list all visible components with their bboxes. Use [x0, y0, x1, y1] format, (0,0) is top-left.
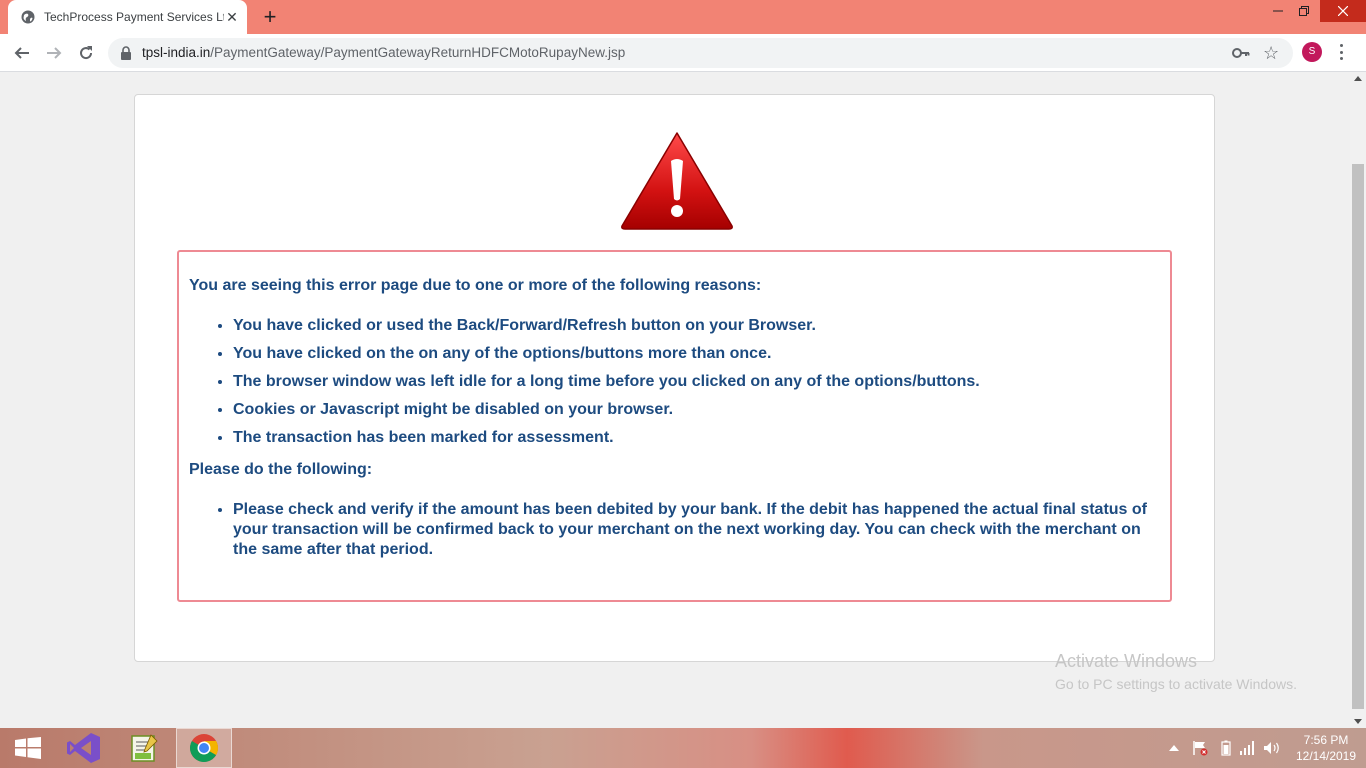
activate-windows-watermark: Activate Windows Go to PC settings to ac… — [1055, 650, 1297, 694]
windows-start-icon[interactable] — [0, 728, 56, 768]
scroll-down-arrow-icon[interactable] — [1354, 719, 1362, 724]
tab-title: TechProcess Payment Services Lt — [44, 10, 224, 24]
bookmark-star-icon[interactable]: ☆ — [1263, 43, 1279, 63]
reason-item: You have clicked or used the Back/Forwar… — [233, 316, 1148, 336]
restore-icon[interactable] — [1289, 0, 1319, 22]
window-close-icon[interactable] — [1320, 0, 1366, 22]
key-icon[interactable] — [1232, 45, 1250, 61]
followup-heading: Please do the following: — [189, 461, 373, 478]
reasons-heading: You are seeing this error page due to on… — [189, 277, 762, 294]
tab-close-icon[interactable]: ✕ — [224, 9, 240, 25]
reason-item: The browser window was left idle for a l… — [233, 372, 1148, 392]
error-message-box: You are seeing this error page due to on… — [177, 250, 1172, 602]
volume-icon[interactable] — [1262, 740, 1282, 756]
signal-icon[interactable] — [1238, 740, 1258, 756]
reload-icon[interactable] — [73, 40, 99, 66]
taskbar-clock[interactable]: 7:56 PM 12/14/2019 — [1294, 732, 1358, 764]
taskbar: 7:56 PM 12/14/2019 — [0, 728, 1366, 768]
back-icon[interactable] — [9, 40, 35, 66]
reason-item: Cookies or Javascript might be disabled … — [233, 400, 1148, 420]
vertical-scrollbar[interactable] — [1350, 72, 1366, 728]
browser-tab[interactable]: TechProcess Payment Services Lt ✕ — [8, 0, 247, 34]
chrome-taskbar-icon[interactable] — [176, 728, 232, 768]
url-text: tpsl-india.in/PaymentGateway/PaymentGate… — [142, 45, 625, 60]
battery-icon[interactable] — [1218, 740, 1234, 756]
tab-strip: TechProcess Payment Services Lt ✕ + — [0, 0, 1366, 34]
watermark-subtitle: Go to PC settings to activate Windows. — [1055, 676, 1297, 692]
globe-icon — [21, 10, 35, 24]
tray-chevron-up-icon[interactable] — [1168, 740, 1180, 756]
scroll-up-arrow-icon[interactable] — [1354, 76, 1362, 81]
watermark-title: Activate Windows — [1055, 651, 1198, 671]
page-viewport: You are seeing this error page due to on… — [0, 72, 1350, 728]
url-path: /PaymentGateway/PaymentGatewayReturnHDFC… — [210, 45, 626, 60]
address-bar[interactable]: tpsl-india.in/PaymentGateway/PaymentGate… — [108, 38, 1293, 68]
url-host: tpsl-india.in — [142, 45, 211, 60]
menu-icon[interactable] — [1336, 42, 1346, 62]
warning-icon — [621, 132, 733, 230]
new-tab-icon[interactable]: + — [258, 6, 282, 28]
reasons-list: You have clicked or used the Back/Forwar… — [233, 316, 1148, 448]
forward-icon[interactable] — [41, 40, 67, 66]
browser-toolbar: tpsl-india.in/PaymentGateway/PaymentGate… — [0, 34, 1366, 72]
reason-item: You have clicked on the on any of the op… — [233, 344, 1148, 364]
notepad-plus-plus-icon[interactable] — [116, 728, 172, 768]
scroll-thumb[interactable] — [1352, 164, 1364, 709]
reason-item: The transaction has been marked for asse… — [233, 428, 1148, 448]
actions-list: Please check and verify if the amount ha… — [233, 500, 1148, 560]
tray-flag-icon[interactable] — [1190, 740, 1210, 756]
lock-icon — [121, 46, 131, 60]
clock-time: 7:56 PM — [1303, 733, 1349, 747]
visual-studio-icon[interactable] — [56, 728, 112, 768]
error-card: You are seeing this error page due to on… — [134, 94, 1215, 662]
profile-avatar[interactable]: S — [1302, 42, 1322, 62]
clock-date: 12/14/2019 — [1295, 749, 1357, 763]
action-item: Please check and verify if the amount ha… — [233, 500, 1148, 560]
